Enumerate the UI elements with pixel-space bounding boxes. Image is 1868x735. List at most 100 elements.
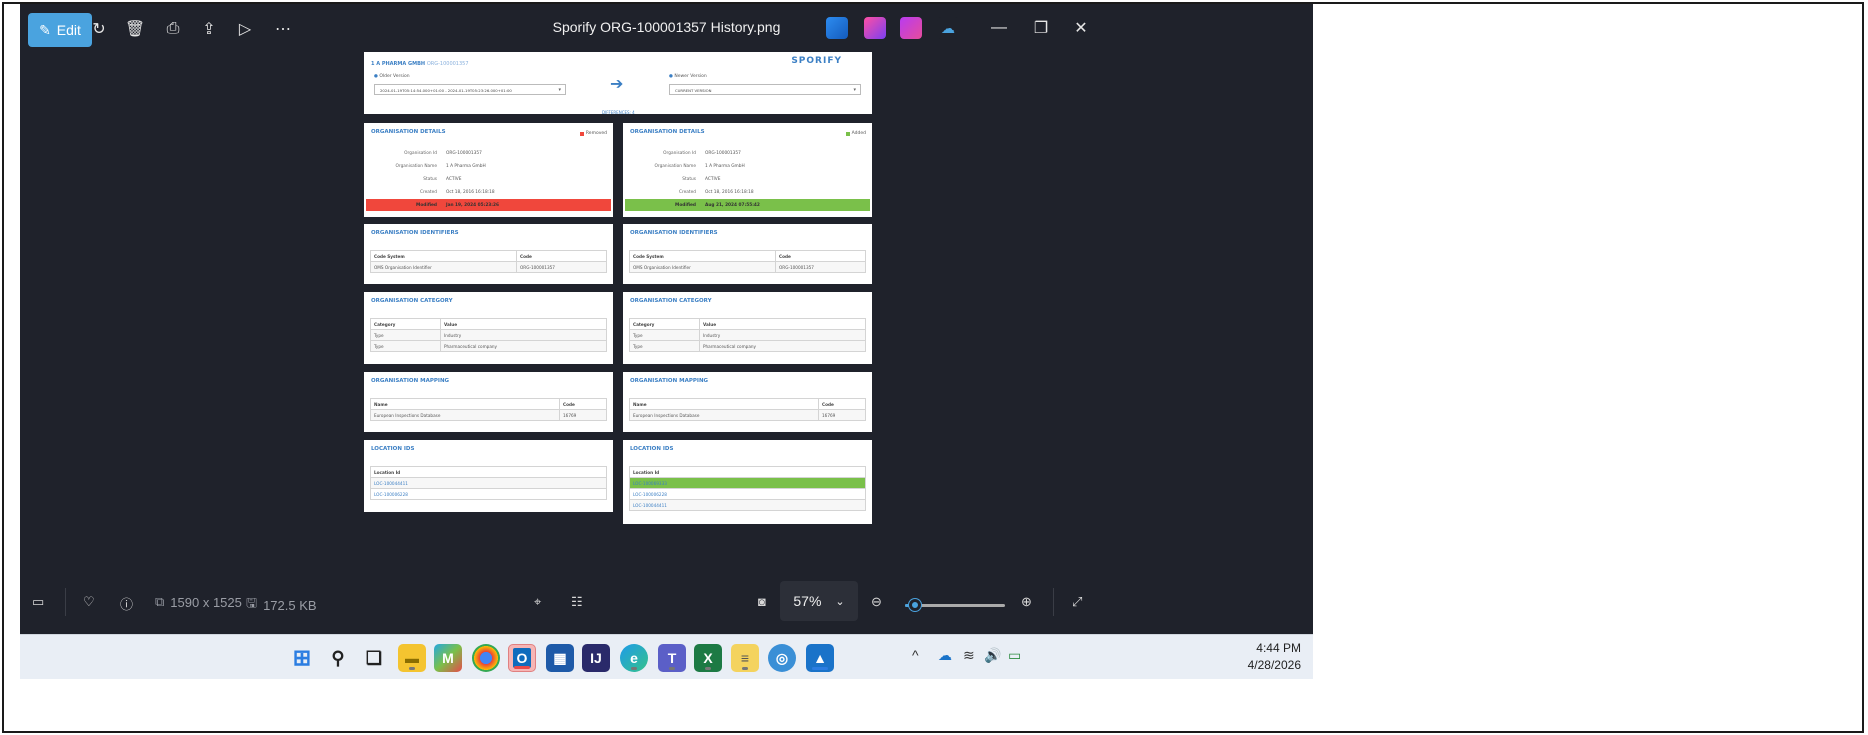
left-mapping-table: Name Code European Inspections Database 16…	[370, 398, 607, 421]
close-icon[interactable]: ✕	[1070, 18, 1092, 38]
edit-button[interactable]: ✎ Edit	[28, 13, 92, 47]
right-details-title: ORGANISATION DETAILS	[630, 129, 705, 135]
print-icon[interactable]: ⎙	[163, 19, 183, 39]
clipchamp-app-icon[interactable]	[900, 17, 922, 39]
table-row: LOC-100044411	[370, 477, 607, 489]
designer-app-icon[interactable]	[864, 17, 886, 39]
edit-icon: ✎	[39, 21, 51, 38]
added-legend: Added	[845, 131, 866, 136]
zoom-level-dropdown[interactable]: 57% ⌄	[780, 581, 858, 621]
visual-search-icon[interactable]: ⌖	[534, 594, 541, 610]
right-created-row: Created Oct 18, 2016 16:18:18	[678, 189, 754, 195]
table-row: Type Industry	[370, 329, 607, 341]
more-icon[interactable]: ⋯	[273, 19, 293, 39]
right-location-title: LOCATION IDS	[630, 446, 674, 452]
rotate-icon[interactable]: ↻	[89, 19, 109, 39]
taskbar: ⊞ ⚲ ❏ ▬ M O ▦ IJ e T X ≡ ◎ ▲ ^ ☁ ≋ 🔊 ▭ 4…	[20, 634, 1313, 679]
table-row: LOC-100006228	[629, 488, 866, 500]
older-version-select[interactable]: 2024-01-19T05:14:54.000+01:00 - 2024-01-…	[374, 84, 566, 95]
left-org-name-row: Organisation Name 1 A Pharma GmbH	[395, 163, 486, 169]
left-created-row: Created Oct 18, 2016 16:18:18	[419, 189, 495, 195]
newer-version-label: ● Newer Version	[669, 74, 707, 79]
image-canvas[interactable]: 1 A PHARMA GMBH ORG-100001357 SPORIFY ● …	[20, 52, 1313, 572]
removed-legend: Removed	[579, 131, 607, 136]
table-row: OMS Organisation Identifier ORG-100001357	[370, 261, 607, 273]
older-version-label: ● Older Version	[374, 74, 410, 79]
chevron-up-icon[interactable]: ^	[912, 647, 919, 663]
outlook-icon[interactable]: O	[508, 644, 536, 672]
right-category-title: ORGANISATION CATEGORY	[630, 298, 712, 304]
right-location-card: LOCATION IDS Location Id LOC-100069333 L…	[623, 440, 872, 524]
excel-icon[interactable]: X	[694, 644, 722, 672]
history-document-image: 1 A PHARMA GMBH ORG-100001357 SPORIFY ● …	[364, 52, 974, 572]
org-title: 1 A PHARMA GMBH ORG-100001357	[371, 61, 469, 67]
filmstrip-icon[interactable]: ▭	[32, 594, 44, 610]
left-mapping-card: ORGANISATION MAPPING Name Code European I…	[364, 372, 613, 432]
photos-app-window: ✎ Edit ↻ 🗑 ⎙ ⇪ ▷ ⋯ Sporify ORG-100001357…	[20, 4, 1313, 634]
table-row: LOC-100006228	[370, 488, 607, 500]
restore-icon[interactable]: ❐	[1030, 18, 1052, 38]
store-icon[interactable]: ▦	[546, 644, 574, 672]
save-disk-icon: 🖫	[246, 595, 258, 610]
left-location-table: Location Id LOC-100044411 LOC-100006228	[370, 466, 607, 500]
onedrive-off-icon[interactable]: ☁	[937, 17, 959, 39]
right-mapping-card: ORGANISATION MAPPING Name Code European I…	[623, 372, 872, 432]
favorite-icon[interactable]: ♡	[83, 594, 95, 610]
start-icon[interactable]: ⊞	[288, 644, 316, 672]
newer-version-select[interactable]: CURRENT VERSION	[669, 84, 861, 95]
fullscreen-icon[interactable]: ⤢	[1072, 594, 1082, 610]
zoom-out-icon[interactable]: ⊖	[871, 594, 882, 610]
title-bar: ✎ Edit ↻ 🗑 ⎙ ⇪ ▷ ⋯ Sporify ORG-100001357…	[20, 4, 1313, 52]
browser-icon[interactable]: ◎	[768, 644, 796, 672]
version-compare-card: 1 A PHARMA GMBH ORG-100001357 SPORIFY ● …	[364, 52, 872, 115]
left-identifiers-title: ORGANISATION IDENTIFIERS	[371, 230, 459, 236]
left-category-card: ORGANISATION CATEGORY Category Value Type…	[364, 292, 613, 364]
right-org-id-row: Organisation Id ORG-100001357	[663, 150, 741, 156]
wifi-icon[interactable]: ≋	[963, 647, 975, 664]
right-details-card: ORGANISATION DETAILS Added Organisation …	[623, 123, 872, 217]
left-mapping-title: ORGANISATION MAPPING	[371, 378, 450, 384]
teams-icon[interactable]: T	[658, 644, 686, 672]
right-identifiers-title: ORGANISATION IDENTIFIERS	[630, 230, 718, 236]
chrome-icon[interactable]	[472, 644, 500, 672]
zoom-value: 57%	[793, 593, 822, 609]
actual-size-icon[interactable]: ◙	[758, 594, 766, 609]
edit-label: Edit	[56, 22, 81, 38]
table-row: LOC-100044411	[629, 499, 866, 511]
task-view-icon[interactable]: ❏	[360, 644, 388, 672]
volume-icon[interactable]: 🔊	[984, 647, 1001, 664]
onedrive-icon[interactable]: ☁	[938, 647, 952, 664]
photos-icon[interactable]: ▲	[806, 644, 834, 672]
right-mapping-table: Name Code European Inspections Database 16…	[629, 398, 866, 421]
left-location-title: LOCATION IDS	[371, 446, 415, 452]
zoom-in-icon[interactable]: ⊕	[1021, 594, 1032, 610]
clock[interactable]: 4:44 PM 4/28/2026	[1248, 640, 1301, 674]
left-details-title: ORGANISATION DETAILS	[371, 129, 446, 135]
jetbrains-icon[interactable]: IJ	[582, 644, 610, 672]
battery-icon[interactable]: ▭	[1008, 647, 1021, 664]
table-row: OMS Organisation Identifier ORG-100001357	[629, 261, 866, 273]
file-explorer-icon[interactable]: ▬	[398, 644, 426, 672]
clock-date: 4/28/2026	[1247, 658, 1301, 672]
left-status-row: Status ACTIVE	[423, 176, 462, 182]
text-scan-icon[interactable]: ☷	[571, 594, 583, 610]
info-icon[interactable]: ⓘ	[120, 594, 133, 613]
left-category-table: Category Value Type Industry Type Pharmaceu…	[370, 318, 607, 352]
minimize-icon[interactable]: —	[988, 18, 1010, 38]
slideshow-icon[interactable]: ▷	[235, 19, 255, 39]
zoom-slider-thumb[interactable]	[909, 599, 921, 611]
table-row: Type Pharmaceutical company	[629, 340, 866, 352]
search-icon[interactable]: ⚲	[324, 644, 352, 672]
edge-icon[interactable]: e	[620, 644, 648, 672]
left-identifiers-table: Code System Code OMS Organisation Identif…	[370, 250, 607, 273]
paint-app-icon[interactable]	[826, 17, 848, 39]
table-row: LOC-100069333	[629, 477, 866, 489]
share-icon[interactable]: ⇪	[199, 19, 219, 39]
m365-icon[interactable]: M	[434, 644, 462, 672]
zoom-slider[interactable]	[905, 599, 1005, 611]
notepad-icon[interactable]: ≡	[731, 644, 759, 672]
dimensions-icon: ⧉	[155, 594, 165, 609]
delete-icon[interactable]: 🗑	[125, 19, 145, 39]
clock-time: 4:44 PM	[1256, 641, 1301, 655]
left-location-card: LOCATION IDS Location Id LOC-100044411 L…	[364, 440, 613, 512]
